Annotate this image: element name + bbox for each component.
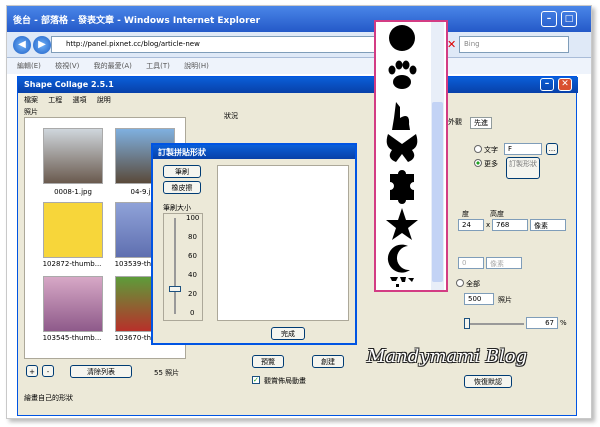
create-button[interactable]: 創建 bbox=[312, 355, 344, 368]
tick-label: 20 bbox=[188, 290, 197, 298]
app-menu-bar: 檔案 工程 選項 說明 bbox=[18, 93, 578, 105]
app-menu-options[interactable]: 選項 bbox=[72, 95, 86, 105]
photo-caption: 103545-thumb... bbox=[42, 334, 102, 342]
brush-button[interactable]: 筆刷 bbox=[163, 165, 201, 178]
percent-sign: % bbox=[560, 319, 567, 327]
all-photos-radio[interactable] bbox=[456, 279, 464, 287]
shape-list bbox=[386, 22, 444, 290]
eraser-button[interactable]: 橡皮擦 bbox=[163, 181, 201, 194]
times-label: x bbox=[486, 221, 491, 229]
butterfly-shape-icon[interactable] bbox=[386, 134, 418, 162]
photo-count-unit: 照片 bbox=[498, 296, 512, 304]
app-menu-project[interactable]: 工程 bbox=[48, 95, 62, 105]
preview-button[interactable]: 預覽 bbox=[252, 355, 284, 368]
width-input[interactable]: 24 bbox=[458, 219, 484, 231]
photo-thumb[interactable] bbox=[43, 202, 103, 258]
blog-watermark: Mandymami Blog bbox=[367, 346, 528, 367]
tab-appearance[interactable]: 外觀 bbox=[448, 117, 462, 127]
maximize-icon[interactable]: □ bbox=[561, 11, 577, 27]
url-field[interactable]: http://panel.pixnet.cc/blog/article-new bbox=[51, 36, 406, 53]
dialog-title-bar: 訂製拼貼形狀 bbox=[153, 145, 355, 159]
menu-tools[interactable]: 工具(T) bbox=[146, 61, 170, 71]
clear-list-button[interactable]: 清除列表 bbox=[70, 365, 132, 378]
ie-address-bar: ◀ ▶ http://panel.pixnet.cc/blog/article-… bbox=[7, 32, 591, 58]
width-label: 度 bbox=[462, 210, 469, 218]
custom-shape-button[interactable]: 訂製形狀 bbox=[506, 157, 540, 179]
brush-size-label: 筆刷大小 bbox=[163, 204, 191, 212]
star-shape-icon[interactable] bbox=[386, 208, 418, 240]
circle-shape-icon[interactable] bbox=[389, 25, 415, 51]
photo-count-input[interactable]: 500 bbox=[464, 293, 494, 305]
stop-icon[interactable]: ✕ bbox=[447, 38, 456, 51]
cat-shape-icon[interactable] bbox=[392, 102, 410, 130]
font-browse-button[interactable]: ... bbox=[546, 143, 558, 155]
screenshot-frame: 後台 - 部落格 - 發表文章 - Windows Internet Explo… bbox=[6, 5, 592, 419]
ie-menu-bar: 編輯(E) 檢視(V) 我的最愛(A) 工具(T) 說明(H) bbox=[7, 58, 591, 74]
all-photos-label: 全部 bbox=[466, 280, 480, 288]
photos-label: 照片 bbox=[24, 108, 38, 116]
more-option-label: 更多 bbox=[484, 160, 498, 168]
tick-label: 40 bbox=[188, 271, 197, 279]
minimize-icon[interactable]: – bbox=[541, 11, 557, 27]
photo-caption: 102872-thumb... bbox=[42, 260, 102, 268]
moon-shape-icon[interactable] bbox=[387, 244, 410, 273]
menu-help[interactable]: 說明(H) bbox=[184, 61, 209, 71]
text-radio[interactable] bbox=[474, 145, 482, 153]
height-input[interactable]: 768 bbox=[492, 219, 528, 231]
slider-track bbox=[174, 218, 176, 314]
unit-select[interactable]: 像素 bbox=[530, 219, 566, 231]
menu-favorites[interactable]: 我的最愛(A) bbox=[94, 61, 132, 71]
dialog-title: 訂製拼貼形狀 bbox=[158, 148, 206, 157]
world-map-shape-icon[interactable] bbox=[390, 277, 414, 287]
app-close-icon[interactable]: ✕ bbox=[558, 78, 572, 91]
tick-label: 60 bbox=[188, 252, 197, 260]
restore-defaults-button[interactable]: 恢復默認 bbox=[464, 375, 512, 388]
text-option-label: 文字 bbox=[484, 146, 498, 154]
menu-edit[interactable]: 編輯(E) bbox=[17, 61, 41, 71]
drawing-canvas[interactable] bbox=[217, 165, 349, 321]
shape-picker-dropdown[interactable] bbox=[374, 20, 448, 292]
photo-caption: 0008-1.jpg bbox=[54, 188, 92, 196]
app-minimize-icon[interactable]: – bbox=[540, 78, 554, 91]
done-button[interactable]: 完成 bbox=[271, 327, 305, 340]
tick-label: 80 bbox=[188, 233, 197, 241]
app-title-bar: Shape Collage 2.5.1 – ✕ bbox=[18, 77, 578, 93]
tick-label: 100 bbox=[186, 214, 200, 222]
menu-view[interactable]: 檢視(V) bbox=[55, 61, 79, 71]
photo-count: 55 照片 bbox=[154, 369, 180, 377]
brush-size-slider[interactable]: 100 80 60 40 20 0 bbox=[163, 213, 203, 321]
paw-shape-icon[interactable] bbox=[388, 60, 417, 90]
photo-thumb[interactable] bbox=[43, 128, 103, 184]
percent-input[interactable]: 67 bbox=[526, 317, 558, 329]
slider-thumb[interactable] bbox=[169, 285, 181, 292]
status-bar-text: 繪畫自己的形狀 bbox=[24, 394, 73, 402]
spacing-slider-track[interactable] bbox=[464, 323, 524, 325]
height-label: 高度 bbox=[490, 210, 504, 218]
tab-advanced[interactable]: 先進 bbox=[470, 117, 492, 129]
search-input[interactable]: Bing bbox=[459, 36, 569, 53]
puzzle-shape-icon[interactable] bbox=[390, 170, 414, 204]
app-menu-file[interactable]: 檔案 bbox=[24, 95, 38, 105]
remove-photo-button[interactable]: - bbox=[42, 365, 54, 377]
forward-icon[interactable]: ▶ bbox=[33, 36, 51, 54]
more-radio[interactable] bbox=[474, 159, 482, 167]
ie-window-title: 後台 - 部落格 - 發表文章 - Windows Internet Explo… bbox=[13, 16, 261, 26]
animate-label: 觀賞佈局動畫 bbox=[264, 377, 306, 385]
app-menu-help[interactable]: 說明 bbox=[97, 95, 111, 105]
status-label: 狀況 bbox=[224, 112, 238, 120]
spacing-slider-thumb[interactable] bbox=[464, 318, 470, 329]
unit2-select[interactable]: 像素 bbox=[486, 257, 522, 269]
back-icon[interactable]: ◀ bbox=[13, 36, 31, 54]
tick-label: 0 bbox=[190, 309, 195, 317]
add-photo-button[interactable]: + bbox=[26, 365, 38, 377]
animate-checkbox[interactable]: ✓ bbox=[252, 376, 260, 384]
text-shape-input[interactable]: F bbox=[504, 143, 542, 155]
app-title: Shape Collage 2.5.1 bbox=[24, 80, 114, 89]
ie-title-bar: 後台 - 部落格 - 發表文章 - Windows Internet Explo… bbox=[7, 6, 591, 32]
dpi-input[interactable]: 0 bbox=[458, 257, 484, 269]
picker-scrollbar[interactable] bbox=[432, 102, 443, 282]
photo-thumb[interactable] bbox=[43, 276, 103, 332]
custom-shape-dialog: 訂製拼貼形狀 筆刷 橡皮擦 筆刷大小 100 80 60 40 20 0 完成 bbox=[151, 143, 357, 345]
